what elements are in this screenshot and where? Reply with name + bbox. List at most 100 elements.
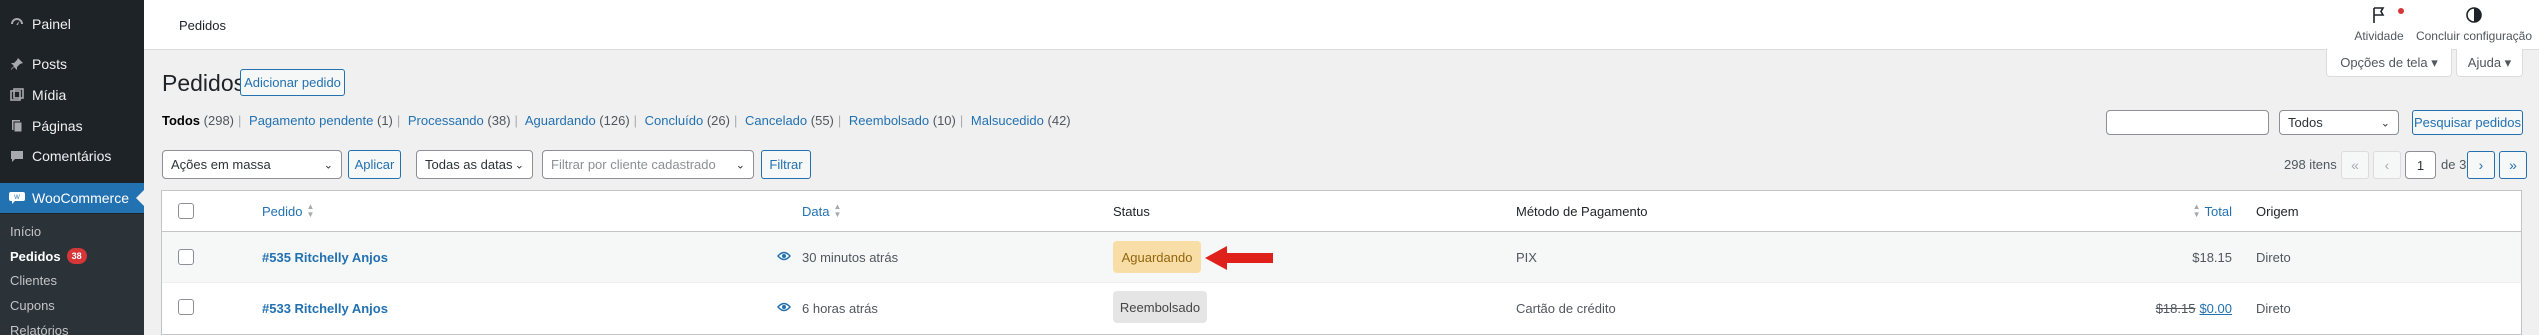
prev-page-button[interactable]: ‹ xyxy=(2373,151,2401,179)
separator: | xyxy=(514,113,518,128)
status-filter-nav: Todos (298) | Pagamento pendente (1) | Pro… xyxy=(162,113,1071,128)
submenu-item-label: Início xyxy=(10,224,42,239)
table-row[interactable]: #535 Ritchelly Anjos 30 minutos atrás Ag… xyxy=(162,232,2521,282)
order-origin: Direto xyxy=(2256,300,2291,316)
filter-processing[interactable]: Processando xyxy=(408,113,484,128)
sidebar-item-paginas[interactable]: Páginas xyxy=(0,112,144,140)
column-header-label: Total xyxy=(2204,203,2232,219)
date-filter-value: Todas as datas xyxy=(425,157,513,172)
orders-table: Pedido ▲ ▼ Data ▲ ▼ Status Método de Pagam… xyxy=(161,190,2522,335)
table-row[interactable]: #533 Ritchelly Anjos 6 horas atrás Reemb… xyxy=(162,283,2521,333)
customer-filter-placeholder: Filtrar por cliente cadastrado xyxy=(551,157,716,172)
separator: | xyxy=(238,113,242,128)
sidebar-item-label: WooCommerce xyxy=(32,190,129,206)
order-date: 30 minutos atrás xyxy=(802,249,899,265)
submenu-item-cupons[interactable]: Cupons xyxy=(10,298,55,313)
preview-eye-icon[interactable] xyxy=(777,301,791,315)
dashboard-icon xyxy=(9,16,25,32)
submenu-item-clientes[interactable]: Clientes xyxy=(10,273,57,288)
filter-all[interactable]: Todos xyxy=(162,113,200,128)
select-all-checkbox[interactable] xyxy=(178,203,194,219)
column-header-date[interactable]: Data ▲ ▼ xyxy=(802,191,841,231)
chevron-down-icon: ⌄ xyxy=(735,159,745,171)
order-total: $18.15 $0.00 xyxy=(2092,283,2232,333)
column-header-label: Pedido xyxy=(262,203,303,219)
woocommerce-icon: W xyxy=(9,190,25,206)
row-checkbox[interactable] xyxy=(178,299,194,315)
order-link[interactable]: #535 Ritchelly Anjos xyxy=(262,232,388,282)
filter-count: (298) xyxy=(203,113,235,128)
status-select[interactable]: Todos ⌄ xyxy=(2279,110,2399,135)
order-total: $18.15 xyxy=(2192,249,2232,265)
filter-completed[interactable]: Concluído xyxy=(645,113,704,128)
date-filter-select[interactable]: Todas as datas ⌄ xyxy=(416,150,533,179)
sidebar-item-posts[interactable]: Posts xyxy=(0,50,144,78)
apply-button[interactable]: Aplicar xyxy=(348,150,401,179)
preview-eye-icon[interactable] xyxy=(777,250,791,264)
chevron-down-icon: ⌄ xyxy=(2380,117,2390,129)
submenu-item-label: Relatórios xyxy=(10,323,69,335)
filter-refunded[interactable]: Reembolsado xyxy=(849,113,929,128)
sort-icon: ▲ ▼ xyxy=(306,202,315,219)
sidebar-item-midia[interactable]: Mídia xyxy=(0,81,144,109)
order-date: 6 horas atrás xyxy=(802,300,878,316)
add-order-button[interactable]: Adicionar pedido xyxy=(240,69,345,96)
bulk-actions-select[interactable]: Ações em massa ⌄ xyxy=(162,150,342,179)
media-icon xyxy=(9,87,25,103)
customer-filter-select[interactable]: Filtrar por cliente cadastrado ⌄ xyxy=(542,150,754,179)
row-checkbox[interactable] xyxy=(178,249,194,265)
orders-count-badge: 38 xyxy=(66,248,87,264)
current-page-input[interactable]: 1 xyxy=(2405,151,2436,179)
payment-method: PIX xyxy=(1516,249,1537,265)
submenu-item-inicio[interactable]: Início xyxy=(10,224,41,239)
column-header-payment: Método de Pagamento xyxy=(1516,191,1648,231)
activity-label: Atividade xyxy=(2354,29,2404,43)
submenu-item-label: Cupons xyxy=(10,298,55,313)
progress-icon xyxy=(2415,6,2533,29)
sidebar-item-label: Mídia xyxy=(32,87,67,103)
separator: | xyxy=(733,113,738,128)
sort-icon: ▲ ▼ xyxy=(2192,202,2201,219)
filter-pending-payment[interactable]: Pagamento pendente xyxy=(249,113,373,128)
sidebar-item-woocommerce[interactable]: W WooCommerce xyxy=(0,183,144,213)
refunded-total: $0.00 xyxy=(2199,300,2232,316)
search-orders-input[interactable] xyxy=(2106,110,2269,135)
comments-icon xyxy=(9,148,25,164)
separator: | xyxy=(396,113,401,128)
page-title: Pedidos xyxy=(162,70,246,96)
order-link[interactable]: #533 Ritchelly Anjos xyxy=(262,283,388,333)
filter-count: (55) xyxy=(810,113,834,128)
separator: | xyxy=(959,113,964,128)
sidebar-item-painel[interactable]: Painel xyxy=(0,10,144,38)
submenu-item-label: Clientes xyxy=(10,273,57,288)
filter-failed[interactable]: Malsucedido xyxy=(971,113,1044,128)
column-header-status: Status xyxy=(1113,191,1150,231)
total-pages: de 3 xyxy=(2441,157,2467,172)
filter-cancelled[interactable]: Cancelado xyxy=(745,113,807,128)
column-header-total[interactable]: ▲ ▼ Total xyxy=(2102,191,2232,231)
setup-button[interactable]: Concluir configuração xyxy=(2415,6,2533,43)
items-count: 298 itens xyxy=(2284,157,2337,172)
column-header-order[interactable]: Pedido ▲ ▼ xyxy=(262,191,314,231)
separator: | xyxy=(633,113,638,128)
search-orders-button[interactable]: Pesquisar pedidos xyxy=(2412,110,2523,135)
submenu-item-relatorios[interactable]: Relatórios xyxy=(10,323,69,335)
admin-sidebar: Painel Posts Mídia Páginas Comentários W… xyxy=(0,0,144,335)
filter-button[interactable]: Filtrar xyxy=(761,150,811,179)
filter-on-hold[interactable]: Aguardando xyxy=(525,113,596,128)
sidebar-item-comentarios[interactable]: Comentários xyxy=(0,142,144,170)
next-page-button[interactable]: › xyxy=(2467,151,2495,179)
woocommerce-header: Pedidos Atividade Concluir configuração xyxy=(144,0,2539,50)
chevron-down-icon: ⌄ xyxy=(323,159,333,171)
column-header-origin: Origem xyxy=(2256,191,2299,231)
filter-count: (10) xyxy=(932,113,956,128)
last-page-button[interactable]: » xyxy=(2499,151,2527,179)
annotation-arrow-icon xyxy=(1205,246,1273,270)
first-page-button[interactable]: « xyxy=(2341,151,2369,179)
submenu-item-pedidos[interactable]: Pedidos 38 xyxy=(10,248,87,264)
sort-icon: ▲ ▼ xyxy=(833,202,842,219)
woocommerce-submenu: Início Pedidos 38 Clientes Cupons Relató… xyxy=(0,214,144,335)
activity-button[interactable]: Atividade xyxy=(2344,6,2414,43)
column-header-label: Status xyxy=(1113,203,1150,219)
svg-text:W: W xyxy=(14,195,20,201)
